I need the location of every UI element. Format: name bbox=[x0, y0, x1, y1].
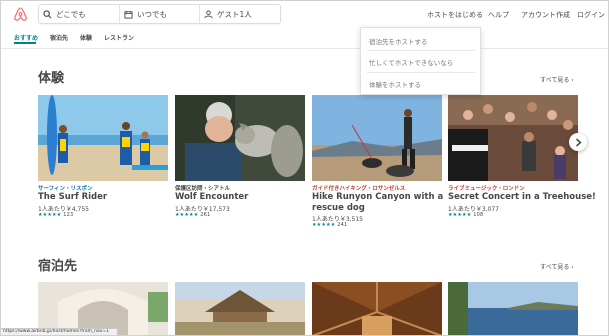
home-image-4[interactable] bbox=[448, 282, 578, 336]
see-all-experiences-link[interactable]: すべて見る › bbox=[540, 75, 574, 84]
carousel-next-button[interactable] bbox=[569, 133, 587, 151]
card-category: ライブミュージック・ロンドン bbox=[448, 186, 525, 192]
surf-photo bbox=[38, 95, 168, 181]
wolf-photo bbox=[175, 95, 305, 181]
card-title[interactable]: The Surf Rider bbox=[38, 192, 107, 202]
category-tabs: おすすめ 宿泊先 体験 レストラン bbox=[0, 28, 609, 48]
guests-icon bbox=[204, 9, 213, 18]
experience-image-wolf[interactable] bbox=[175, 95, 305, 181]
search-guests-text: ゲスト1人 bbox=[217, 9, 252, 19]
concert-photo bbox=[448, 95, 578, 181]
search-where-text: どこでも bbox=[56, 9, 86, 19]
home-photo-4 bbox=[448, 282, 578, 336]
card-category: ガイド付きハイキング・ロサンゼルス bbox=[312, 186, 406, 192]
card-title[interactable]: Hike Runyon Canyon with a bbox=[312, 192, 443, 202]
rating-count: 261 bbox=[200, 212, 211, 218]
see-all-homes-link[interactable]: すべて見る › bbox=[540, 262, 574, 271]
tab-homes[interactable]: 宿泊先 bbox=[50, 33, 68, 42]
search-bar: どこでも いつでも ゲスト1人 bbox=[38, 4, 281, 24]
host-dropdown-menu: 宿泊先をホストする 忙しくてホストできないなら 体験をホストする bbox=[360, 27, 481, 95]
dropdown-divider bbox=[367, 50, 475, 51]
card-category: サーフィン・リスボン bbox=[38, 186, 93, 192]
experience-image-concert[interactable] bbox=[448, 95, 578, 181]
nav-become-host[interactable]: ホストをはじめる bbox=[427, 10, 483, 20]
card-category: 保護区訪問・シアトル bbox=[175, 186, 231, 192]
experience-image-hike[interactable] bbox=[312, 95, 442, 181]
hike-photo bbox=[312, 95, 442, 181]
nav-log-in[interactable]: ログイン bbox=[577, 10, 605, 20]
rating-stars: ★★★★★ bbox=[175, 212, 199, 218]
rating-stars: ★★★★★ bbox=[448, 212, 472, 218]
chevron-right-icon bbox=[575, 137, 582, 147]
card-title-line2[interactable]: rescue dog bbox=[312, 203, 365, 213]
search-where-field[interactable]: どこでも bbox=[39, 5, 119, 23]
calendar-icon bbox=[124, 10, 133, 19]
rating-count: 108 bbox=[473, 212, 484, 218]
nav-help[interactable]: ヘルプ bbox=[488, 10, 509, 20]
card-title[interactable]: Wolf Encounter bbox=[175, 192, 248, 202]
dropdown-divider bbox=[367, 72, 475, 73]
section-title-experiences: 体験 bbox=[38, 71, 65, 86]
nav-sign-up[interactable]: アカウント作成 bbox=[521, 10, 570, 20]
dropdown-item-host-experience[interactable]: 体験をホストする bbox=[369, 79, 421, 89]
section-title-homes: 宿泊先 bbox=[38, 259, 78, 274]
search-when-text: いつでも bbox=[137, 9, 167, 19]
search-icon bbox=[43, 9, 52, 18]
browser-status-url: https://www.airbnb.jp/host/homes?from_na… bbox=[0, 328, 118, 336]
home-photo-3 bbox=[312, 282, 442, 336]
top-nav-bar: どこでも いつでも ゲスト1人 ホストをはじめる ヘルプ アカウント作成 ログイ… bbox=[0, 0, 609, 28]
active-tab-indicator bbox=[14, 42, 36, 44]
airbnb-logo-icon[interactable] bbox=[14, 7, 27, 21]
header-divider bbox=[0, 48, 609, 49]
card-rating: ★★★★★ 108 bbox=[448, 212, 483, 218]
tab-recommended[interactable]: おすすめ bbox=[14, 33, 38, 42]
card-rating: ★★★★★ 261 bbox=[175, 212, 210, 218]
card-rating: ★★★★★ 123 bbox=[38, 212, 73, 218]
search-when-field[interactable]: いつでも bbox=[119, 5, 199, 23]
rating-count: 123 bbox=[63, 212, 74, 218]
tab-experiences[interactable]: 体験 bbox=[80, 33, 92, 42]
tab-restaurants[interactable]: レストラン bbox=[104, 33, 134, 42]
home-photo-2 bbox=[175, 282, 305, 336]
experience-image-surf[interactable] bbox=[38, 95, 168, 181]
home-image-2[interactable] bbox=[175, 282, 305, 336]
card-title[interactable]: Secret Concert in a Treehouse! bbox=[448, 192, 596, 202]
home-image-3[interactable] bbox=[312, 282, 442, 336]
card-rating: ★★★★★ 241 bbox=[312, 222, 347, 228]
rating-stars: ★★★★★ bbox=[38, 212, 62, 218]
dropdown-item-busy-host[interactable]: 忙しくてホストできないなら bbox=[369, 57, 453, 67]
dropdown-item-host-home[interactable]: 宿泊先をホストする bbox=[369, 36, 428, 46]
rating-count: 241 bbox=[337, 222, 348, 228]
search-guests-field[interactable]: ゲスト1人 bbox=[199, 5, 280, 23]
rating-stars: ★★★★★ bbox=[312, 222, 336, 228]
